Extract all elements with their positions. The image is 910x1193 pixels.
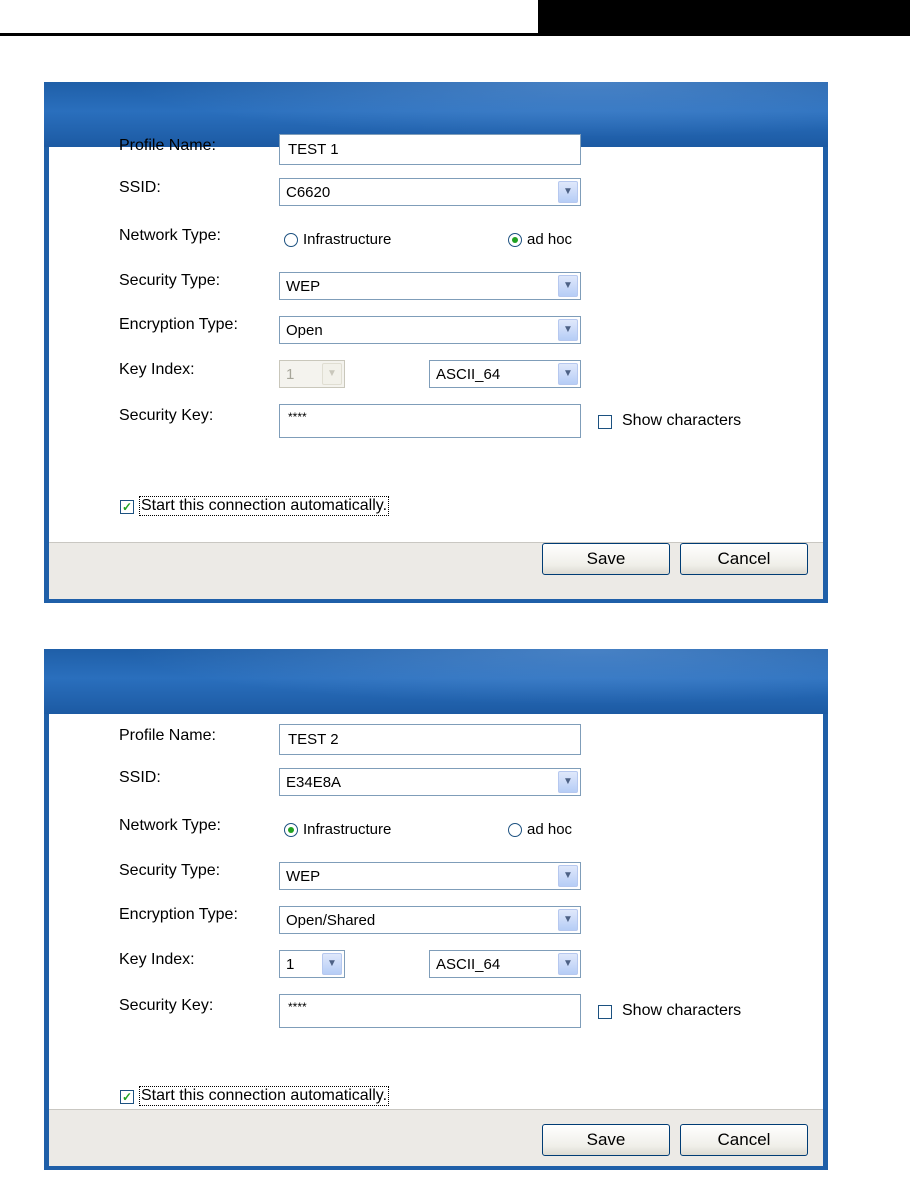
- security-type-label: Security Type:: [119, 862, 221, 879]
- show-characters-checkbox[interactable]: [598, 1005, 612, 1019]
- security-key-input[interactable]: ****: [279, 404, 581, 438]
- adhoc-radio[interactable]: [508, 233, 522, 247]
- profile-name-input[interactable]: TEST 1: [279, 134, 581, 165]
- auto-connect-checkbox[interactable]: ✓: [120, 1090, 134, 1104]
- radio-dot-icon: [512, 237, 518, 243]
- auto-connect-label[interactable]: Start this connection automatically.: [139, 1086, 390, 1106]
- key-format-select[interactable]: ASCII_64 ▼: [429, 950, 581, 978]
- chevron-down-icon[interactable]: ▼: [558, 275, 578, 297]
- ssid-value: E34E8A: [286, 774, 342, 791]
- profile-dialog-2: Profile Name: TEST 2 SSID: E34E8A ▼ Netw…: [44, 649, 828, 1170]
- radio-dot-icon: [288, 827, 294, 833]
- encryption-type-select[interactable]: Open/Shared ▼: [279, 906, 581, 934]
- profile-dialog-1: Profile Name: TEST 1 SSID: C6620 ▼ Netwo…: [44, 82, 828, 603]
- adhoc-radio-label[interactable]: ad hoc: [527, 231, 572, 248]
- ssid-select[interactable]: E34E8A ▼: [279, 768, 581, 796]
- key-index-value: 1: [286, 956, 295, 973]
- auto-connect-checkbox[interactable]: ✓: [120, 500, 134, 514]
- ssid-label: SSID:: [119, 769, 161, 786]
- chevron-down-icon[interactable]: ▼: [322, 953, 342, 975]
- encryption-type-label: Encryption Type:: [119, 906, 238, 923]
- dialog-titlebar: [44, 649, 828, 714]
- profile-name-label: Profile Name:: [119, 137, 216, 154]
- encryption-type-value: Open/Shared: [286, 912, 376, 929]
- security-key-label: Security Key:: [119, 407, 214, 424]
- key-index-select[interactable]: 1 ▼: [279, 360, 345, 388]
- chevron-down-icon[interactable]: ▼: [558, 363, 578, 385]
- key-index-value: 1: [286, 366, 295, 383]
- profile-name-label: Profile Name:: [119, 727, 216, 744]
- save-button[interactable]: Save: [542, 1124, 670, 1156]
- show-characters-label[interactable]: Show characters: [622, 1002, 741, 1020]
- key-format-value: ASCII_64: [436, 956, 501, 973]
- security-key-input[interactable]: ****: [279, 994, 581, 1028]
- ssid-label: SSID:: [119, 179, 161, 196]
- cancel-button[interactable]: Cancel: [680, 543, 808, 575]
- ssid-select[interactable]: C6620 ▼: [279, 178, 581, 206]
- chevron-down-icon[interactable]: ▼: [558, 865, 578, 887]
- infrastructure-radio[interactable]: [284, 233, 298, 247]
- chevron-down-icon[interactable]: ▼: [558, 953, 578, 975]
- auto-connect-label[interactable]: Start this connection automatically.: [139, 496, 390, 516]
- save-button[interactable]: Save: [542, 543, 670, 575]
- key-index-label: Key Index:: [119, 951, 195, 968]
- page-header-block: [538, 0, 910, 36]
- encryption-type-select[interactable]: Open ▼: [279, 316, 581, 344]
- infrastructure-radio-label[interactable]: Infrastructure: [303, 821, 391, 838]
- chevron-down-icon[interactable]: ▼: [558, 319, 578, 341]
- dialog-content: [49, 147, 823, 542]
- checkmark-icon: ✓: [121, 500, 133, 514]
- network-type-label: Network Type:: [119, 817, 221, 834]
- security-key-label: Security Key:: [119, 997, 214, 1014]
- chevron-down-icon[interactable]: ▼: [558, 181, 578, 203]
- infrastructure-radio-label[interactable]: Infrastructure: [303, 231, 391, 248]
- security-type-label: Security Type:: [119, 272, 221, 289]
- dialog-frame-right: [823, 147, 828, 598]
- key-index-label: Key Index:: [119, 361, 195, 378]
- security-type-value: WEP: [286, 868, 321, 885]
- checkmark-icon: ✓: [121, 1090, 133, 1104]
- profile-name-input[interactable]: TEST 2: [279, 724, 581, 755]
- chevron-down-icon[interactable]: ▼: [322, 363, 342, 385]
- chevron-down-icon[interactable]: ▼: [558, 771, 578, 793]
- security-type-select[interactable]: WEP ▼: [279, 862, 581, 890]
- security-type-value: WEP: [286, 278, 321, 295]
- show-characters-checkbox[interactable]: [598, 415, 612, 429]
- security-type-select[interactable]: WEP ▼: [279, 272, 581, 300]
- key-format-select[interactable]: ASCII_64 ▼: [429, 360, 581, 388]
- dialog-frame-right: [823, 714, 828, 1165]
- network-type-label: Network Type:: [119, 227, 221, 244]
- key-index-select[interactable]: 1 ▼: [279, 950, 345, 978]
- cancel-button[interactable]: Cancel: [680, 1124, 808, 1156]
- encryption-type-label: Encryption Type:: [119, 316, 238, 333]
- ssid-value: C6620: [286, 184, 331, 201]
- infrastructure-radio[interactable]: [284, 823, 298, 837]
- show-characters-label[interactable]: Show characters: [622, 412, 741, 430]
- key-format-value: ASCII_64: [436, 366, 501, 383]
- adhoc-radio-label[interactable]: ad hoc: [527, 821, 572, 838]
- chevron-down-icon[interactable]: ▼: [558, 909, 578, 931]
- encryption-type-value: Open: [286, 322, 323, 339]
- adhoc-radio[interactable]: [508, 823, 522, 837]
